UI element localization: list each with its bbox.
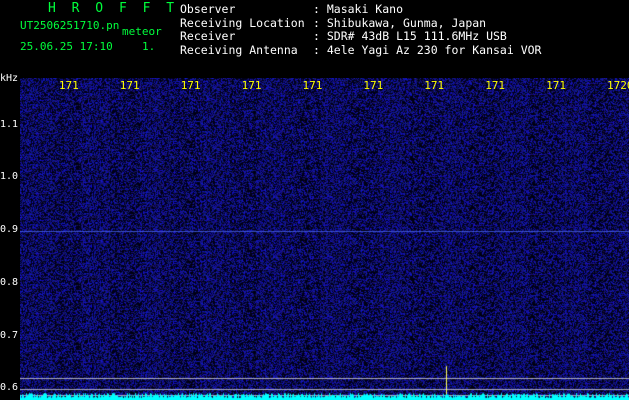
x-tick-label: 171 — [424, 79, 445, 92]
x-tick-label: 171 — [485, 79, 506, 92]
x-tick-label: 171 — [241, 79, 262, 92]
meteor-tag: meteor — [122, 25, 162, 38]
page-number: 1. — [142, 40, 156, 53]
info-row-location: Receiving Location : Shibukawa, Gunma, Ja… — [180, 15, 541, 31]
info-label: Receiver — [180, 29, 236, 43]
header: H R O F F T UT2506251710.pn meteor 25.06… — [0, 0, 629, 78]
x-tick-label: 171 — [119, 79, 140, 92]
y-tick-label: 0.6 — [0, 382, 19, 394]
info-label: Receiving Antenna — [180, 42, 298, 57]
y-axis-unit: kHz — [0, 73, 19, 84]
y-tick-label: 0.8 — [0, 276, 19, 288]
timestamp: 25.06.25 17:10 — [20, 40, 113, 53]
x-tick-label: 171 — [58, 79, 79, 92]
file-name: UT2506251710.pn — [20, 19, 120, 32]
x-tick-label: 171 — [302, 79, 323, 92]
info-value: : Shibukawa, Gunma, Japan — [313, 15, 487, 30]
info-value: : 4ele Yagi Az 230 for Kansai VOR — [313, 42, 542, 57]
x-tick-label: 171 — [180, 79, 201, 92]
x-tick-label: 1720 — [607, 79, 629, 92]
info-value: : SDR# 43dB L15 111.6MHz USB — [313, 29, 507, 43]
x-tick-label: 171 — [546, 79, 566, 92]
info-row-antenna: Receiving Antenna : 4ele Yagi Az 230 for … — [180, 42, 542, 58]
info-label: Receiving Location — [180, 15, 305, 30]
info-value: : Masaki Kano — [313, 2, 404, 16]
y-tick-label: 0.9 — [0, 224, 19, 236]
info-row-observer: Observer : Masaki Kano — [180, 2, 541, 17]
brand-title: H R O F F T — [48, 1, 179, 16]
observation-info: Observer : Masaki Kano Receiving Location… — [180, 2, 542, 58]
info-label: Observer — [180, 2, 236, 16]
waterfall-spectrogram — [20, 78, 629, 400]
y-tick-label: 1.0 — [0, 171, 19, 183]
y-tick-label: 0.7 — [0, 329, 19, 341]
x-tick-label: 171 — [363, 79, 384, 92]
info-row-receiver: Receiver : SDR# 43dB L15 111.6MHz USB — [180, 29, 541, 44]
y-tick-label: 1.1 — [0, 118, 19, 130]
